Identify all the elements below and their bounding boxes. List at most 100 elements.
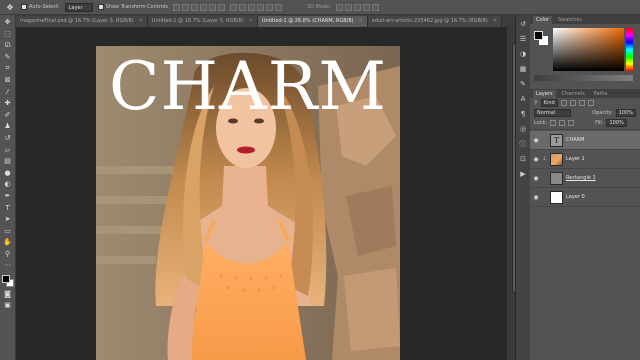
healing-icon[interactable]: ✚: [3, 99, 13, 108]
document-tab[interactable]: Untitled-1 @ 16.7% (Layer 5, RGB/8) ×: [147, 16, 258, 27]
zoom-icon[interactable]: ⚲: [3, 250, 13, 259]
rectangle-icon[interactable]: ▭: [3, 227, 13, 236]
close-icon[interactable]: ×: [358, 16, 362, 27]
blend-mode-dropdown[interactable]: Normal: [534, 109, 572, 117]
close-icon[interactable]: ×: [249, 16, 253, 27]
color-picker-field[interactable]: [553, 28, 624, 71]
distribute-vcenter-button[interactable]: [238, 3, 246, 11]
3d-roll-button[interactable]: [344, 3, 352, 11]
tab-layers[interactable]: Layers: [533, 90, 556, 98]
marquee-icon[interactable]: ⬚: [3, 30, 13, 39]
path-select-icon[interactable]: ➤: [3, 215, 13, 224]
align-top-button[interactable]: [172, 3, 180, 11]
layer-name[interactable]: CHARM: [566, 137, 584, 143]
history-panel-icon[interactable]: ↺: [519, 20, 528, 29]
align-left-button[interactable]: [199, 3, 207, 11]
visibility-eye-icon[interactable]: ◉: [530, 137, 542, 144]
canvas-vertical-scrollbar[interactable]: [507, 27, 516, 360]
distribute-bottom-button[interactable]: [247, 3, 255, 11]
layer-row-rectangle-1[interactable]: ◉ Rectangle 1: [530, 169, 640, 188]
align-vcenter-button[interactable]: [181, 3, 189, 11]
tab-channels[interactable]: Channels: [559, 90, 588, 98]
distribute-top-button[interactable]: [229, 3, 237, 11]
quick-select-icon[interactable]: ✎: [3, 53, 13, 62]
3d-slide-button[interactable]: [362, 3, 370, 11]
close-icon[interactable]: ×: [493, 16, 497, 27]
pen-icon[interactable]: ✒: [3, 192, 13, 201]
hue-slider[interactable]: [626, 28, 633, 71]
opacity-field[interactable]: 100%: [615, 109, 636, 117]
character-panel-icon[interactable]: A: [519, 95, 528, 104]
hand-icon[interactable]: ✋: [3, 238, 13, 247]
paragraph-panel-icon[interactable]: ¶: [519, 110, 528, 119]
distribute-right-button[interactable]: [274, 3, 282, 11]
document-tab-active[interactable]: Untitled-1 @ 26.8% (CHARM, RGB/8) ×: [257, 16, 368, 27]
tab-color[interactable]: Color: [533, 16, 553, 24]
tab-paths[interactable]: Paths: [591, 90, 611, 98]
document-tab[interactable]: magazineFinal.psd @ 16.7% (Layer 3, RGB/…: [16, 16, 148, 27]
align-bottom-button[interactable]: [190, 3, 198, 11]
filter-pixel-icon[interactable]: [560, 100, 567, 106]
visibility-eye-icon[interactable]: ◉: [530, 175, 542, 182]
align-hcenter-button[interactable]: [208, 3, 216, 11]
more-tools-icon[interactable]: ⋯: [3, 261, 13, 270]
filter-shape-icon[interactable]: [587, 100, 594, 106]
layer-row-charm[interactable]: ◉ T CHARM: [530, 131, 640, 150]
eyedropper-icon[interactable]: ⁄: [3, 88, 13, 97]
filter-adjustment-icon[interactable]: [569, 100, 576, 106]
type-icon[interactable]: T: [3, 204, 13, 213]
screen-mode-icon[interactable]: ▣: [3, 301, 13, 310]
foreground-color-swatch[interactable]: [1, 275, 10, 284]
blur-icon[interactable]: ●: [3, 169, 13, 178]
lock-all-icon[interactable]: [568, 120, 575, 126]
quick-mask-icon[interactable]: ◙: [3, 290, 13, 299]
visibility-eye-icon[interactable]: ◉: [530, 156, 542, 163]
frame-icon[interactable]: ⊠: [3, 76, 13, 85]
layer-row-layer-1[interactable]: ◉ ↓ Layer 1: [530, 150, 640, 169]
move-icon[interactable]: ✥: [3, 18, 13, 27]
3d-drag-button[interactable]: [353, 3, 361, 11]
dodge-icon[interactable]: ◐: [3, 180, 13, 189]
fill-field[interactable]: 100%: [606, 119, 627, 127]
lock-position-icon[interactable]: [559, 120, 566, 126]
document-canvas[interactable]: CHARM: [96, 46, 400, 360]
lock-pixels-icon[interactable]: [550, 120, 557, 126]
color-swatches[interactable]: [1, 275, 14, 288]
visibility-eye-icon[interactable]: ◉: [530, 194, 542, 201]
canvas-workspace[interactable]: CHARM: [16, 27, 507, 360]
close-icon[interactable]: ×: [139, 16, 143, 27]
color-ramp[interactable]: [534, 75, 633, 81]
layer-row-layer-0[interactable]: ◉ Layer 0: [530, 188, 640, 207]
3d-scale-button[interactable]: [371, 3, 379, 11]
tab-swatches[interactable]: Swatches: [555, 16, 585, 24]
crop-icon[interactable]: ⌗: [3, 64, 13, 73]
3d-rotate-button[interactable]: [335, 3, 343, 11]
layer-name[interactable]: Layer 1: [566, 156, 585, 162]
filter-type-icon[interactable]: [578, 100, 585, 106]
adjustments-panel-icon[interactable]: ◑: [519, 50, 528, 59]
auto-select-target-dropdown[interactable]: Layer: [64, 2, 93, 12]
info-panel-icon[interactable]: ⓘ: [519, 140, 528, 149]
styles-panel-icon[interactable]: ◎: [519, 125, 528, 134]
clone-stamp-icon[interactable]: ♟: [3, 122, 13, 131]
actions-panel-icon[interactable]: ▶: [519, 170, 528, 179]
lasso-icon[interactable]: ᘏ: [3, 41, 13, 50]
filter-kind-dropdown[interactable]: Kind: [540, 99, 558, 107]
distribute-hcenter-button[interactable]: [265, 3, 273, 11]
history-brush-icon[interactable]: ↺: [3, 134, 13, 143]
eraser-icon[interactable]: ▱: [3, 146, 13, 155]
gradient-icon[interactable]: ▤: [3, 157, 13, 166]
show-transform-controls-checkbox[interactable]: [97, 4, 104, 10]
auto-select-checkbox[interactable]: [21, 4, 27, 10]
distribute-left-button[interactable]: [256, 3, 264, 11]
panel-foreground-swatch[interactable]: [534, 31, 543, 40]
move-tool-preset-icon[interactable]: ✥: [4, 2, 16, 12]
brushes-panel-icon[interactable]: ✎: [519, 80, 528, 89]
document-tab[interactable]: adult-art-artistic-235462.jpg @ 16.7% (R…: [367, 16, 502, 27]
layer-name[interactable]: Rectangle 1: [566, 175, 596, 181]
headline-text[interactable]: CHARM: [96, 46, 400, 125]
brush-icon[interactable]: ✐: [3, 111, 13, 120]
layer-name[interactable]: Layer 0: [566, 194, 585, 200]
libraries-panel-icon[interactable]: ▦: [519, 65, 528, 74]
align-right-button[interactable]: [217, 3, 225, 11]
